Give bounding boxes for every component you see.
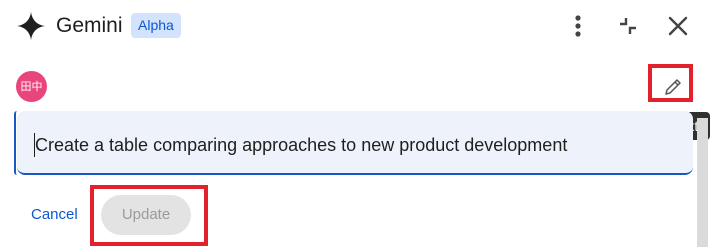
app-title: Gemini	[56, 14, 123, 37]
prompt-text: Create a table comparing approaches to n…	[35, 135, 568, 155]
collapse-icon	[620, 18, 636, 34]
collapse-button[interactable]	[612, 10, 644, 42]
cancel-button[interactable]: Cancel	[31, 206, 78, 224]
panel-header: Gemini Alpha	[0, 0, 726, 52]
gemini-spark-icon	[17, 12, 45, 40]
scrollbar[interactable]	[697, 118, 708, 247]
more-vert-icon	[575, 15, 581, 37]
update-button-highlight	[90, 185, 208, 246]
edit-button-highlight	[648, 64, 693, 102]
prompt-edit-field[interactable]: Create a table comparing approaches to n…	[17, 111, 693, 175]
more-options-button[interactable]	[562, 10, 594, 42]
close-button[interactable]	[662, 10, 694, 42]
user-avatar: 田中	[16, 71, 47, 102]
close-icon	[668, 16, 688, 36]
alpha-badge: Alpha	[131, 13, 181, 38]
